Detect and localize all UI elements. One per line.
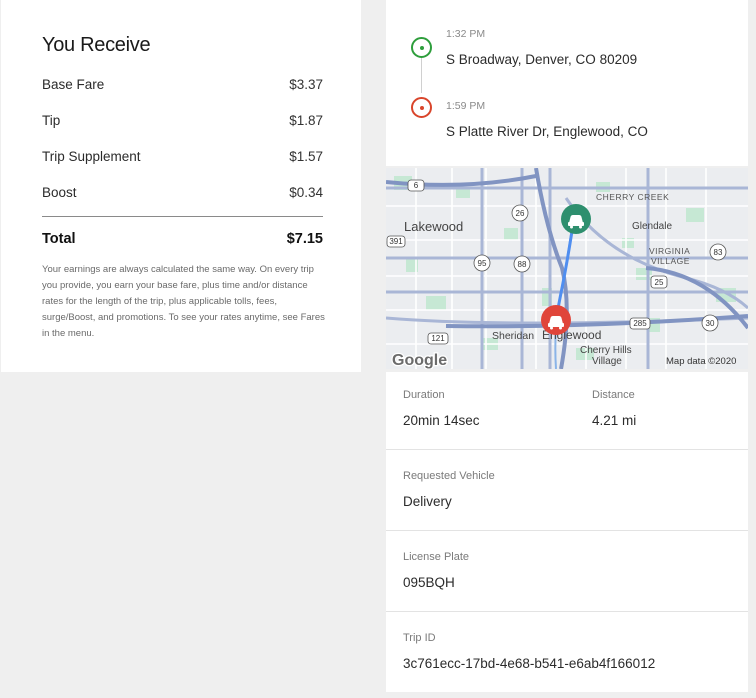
fare-label: Boost [42, 184, 77, 200]
fare-label: Tip [42, 112, 61, 128]
vehicle-label: Requested Vehicle [403, 470, 495, 482]
total-amount: $7.15 [286, 231, 323, 247]
total-label: Total [42, 231, 76, 247]
map-shield-label: 6 [414, 181, 419, 190]
fare-amount: $1.87 [289, 112, 323, 128]
pickup-pin-icon [411, 37, 432, 58]
divider [386, 611, 748, 612]
map-shield-label: 25 [655, 278, 664, 287]
distance-value: 4.21 mi [592, 413, 637, 428]
map-shield-label: 83 [714, 248, 723, 257]
license-plate-label: License Plate [403, 551, 470, 563]
route-card: 1:32 PM S Broadway, Denver, CO 80209 1:5… [386, 0, 748, 166]
dropoff-car-marker-icon[interactable] [541, 305, 571, 335]
fare-row-tip: Tip $1.87 [42, 110, 323, 130]
earnings-explanation: Your earnings are always calculated the … [42, 264, 325, 339]
map-shield-label: 285 [633, 319, 647, 328]
pickup-car-marker-icon[interactable] [561, 204, 591, 234]
dropoff-time: 1:59 PM [446, 100, 486, 112]
map-shield-label: 26 [516, 209, 525, 218]
pickup-time: 1:32 PM [446, 28, 486, 40]
map-label-virginia: VIRGINIA [649, 246, 690, 256]
map-shield-label: 88 [518, 260, 527, 269]
map-label-cherry-hills: Cherry Hills [580, 345, 632, 356]
vehicle-value: Delivery [403, 494, 452, 509]
map-label-glendale: Glendale [632, 221, 672, 232]
map-shield-label: 95 [478, 259, 487, 268]
map-label-cherry-creek: CHERRY CREEK [596, 192, 669, 202]
route-connector-line [421, 57, 422, 93]
license-plate-value: 095BQH [403, 575, 455, 590]
dropoff-pin-icon [411, 97, 432, 118]
trip-details-card: Duration 20min 14sec Distance 4.21 mi Re… [386, 372, 748, 692]
total-row: Total $7.15 [42, 228, 323, 250]
map-canvas: 6 26 391 95 88 121 285 30 83 25 Lakewood… [386, 168, 748, 369]
pickup-address: S Broadway, Denver, CO 80209 [446, 52, 638, 67]
fare-row-trip-supplement: Trip Supplement $1.57 [42, 146, 323, 166]
total-divider [42, 216, 323, 217]
trip-id-value: 3c761ecc-17bd-4e68-b541-e6ab4f166012 [403, 656, 656, 671]
fare-amount: $0.34 [289, 184, 323, 200]
map-label-village: VILLAGE [651, 256, 690, 266]
earnings-card: You Receive Base Fare $3.37 Tip $1.87 Tr… [1, 0, 361, 372]
duration-label: Duration [403, 389, 445, 401]
distance-label: Distance [592, 389, 635, 401]
map-shield-label: 30 [706, 319, 715, 328]
map-attribution: Map data ©2020 [666, 356, 736, 367]
fare-row-boost: Boost $0.34 [42, 182, 323, 202]
fare-label: Trip Supplement [42, 148, 141, 164]
divider [386, 449, 748, 450]
duration-value: 20min 14sec [403, 413, 480, 428]
trip-id-label: Trip ID [403, 632, 436, 644]
fare-amount: $1.57 [289, 148, 323, 164]
map-shield-label: 391 [389, 237, 403, 246]
map-label-cherry-hills-village: Village [592, 356, 622, 367]
divider [386, 530, 748, 531]
google-logo: Google [392, 352, 447, 369]
dropoff-address: S Platte River Dr, Englewood, CO [446, 124, 648, 139]
fare-row-base-fare: Base Fare $3.37 [42, 74, 323, 94]
fare-amount: $3.37 [289, 76, 323, 92]
map-label-sheridan: Sheridan [492, 330, 534, 342]
fare-label: Base Fare [42, 76, 105, 92]
map-shield-label: 121 [431, 334, 445, 343]
earnings-title: You Receive [42, 34, 151, 56]
trip-map[interactable]: 6 26 391 95 88 121 285 30 83 25 Lakewood… [386, 168, 748, 369]
map-label-lakewood: Lakewood [404, 219, 463, 234]
